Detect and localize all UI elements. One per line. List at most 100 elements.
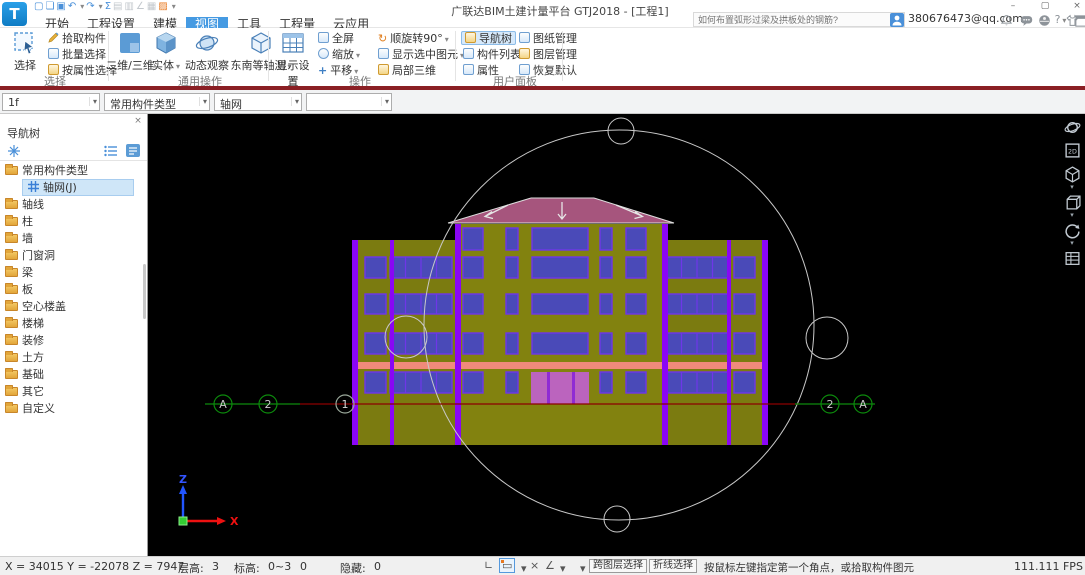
recent-doc-icon[interactable]: ▨ [158, 1, 169, 12]
rotate-caret-icon[interactable]: ▾ [1062, 240, 1082, 247]
panel-close-icon[interactable]: × [133, 116, 143, 126]
pick-component-button[interactable]: 拾取构件 [48, 32, 106, 46]
rect-select-mode-icon[interactable]: ▭ [499, 558, 515, 573]
panel-view-icon[interactable] [126, 144, 140, 157]
zoom-caret-icon[interactable]: ▾ [356, 51, 360, 60]
tree-item-wall[interactable]: 墙 [0, 230, 147, 247]
tree-item-custom[interactable]: 自定义 [0, 400, 147, 417]
orbit-icon [195, 31, 219, 55]
axis-gizmo: Z X [179, 473, 239, 528]
polyline-select-button[interactable]: 折线选择 [649, 559, 697, 573]
save-icon[interactable]: ▣ [56, 1, 67, 12]
tree-item-axis-lines[interactable]: 轴线 [0, 196, 147, 213]
element-type-selector[interactable]: 轴网▾ [214, 93, 302, 111]
message-icon[interactable] [1020, 15, 1033, 27]
open-file-icon[interactable]: ❏ [45, 1, 56, 12]
ortho-mode-icon[interactable]: ∟ [484, 559, 493, 572]
deselect-icon[interactable]: × [530, 559, 539, 572]
isometric-caret-icon[interactable]: ▾ [1062, 184, 1082, 191]
solid-view-button[interactable] [1062, 194, 1082, 212]
list-view-icon[interactable] [104, 145, 117, 157]
snap-point-caret-icon[interactable]: ▾ [580, 562, 586, 575]
redo-icon[interactable]: ↷ [86, 1, 96, 12]
category-selector[interactable]: 常用构件类型▾ [104, 93, 210, 111]
x-axis-label: X [230, 515, 239, 528]
tree-toolbar [0, 141, 147, 161]
expand-all-icon[interactable] [8, 145, 20, 157]
user-avatar-icon[interactable] [890, 13, 904, 27]
batch-select-button[interactable]: 批量选择 [48, 48, 106, 62]
display-settings-button[interactable]: 显示设置 [272, 30, 314, 89]
dynamic-observe-view-button[interactable] [1062, 119, 1082, 137]
chevron-down-icon[interactable]: ▾ [291, 97, 299, 106]
viewport-canvas[interactable]: A 2 1 2 A Z X [148, 114, 1085, 556]
local-3d-button[interactable]: 局部三维 [378, 64, 436, 78]
tree-item-axis-grid[interactable]: 轴网(J) [0, 179, 147, 196]
chevron-down-icon[interactable]: ▾ [199, 97, 207, 106]
view-2d-button[interactable]: 2D [1062, 142, 1082, 160]
chevron-down-icon[interactable]: ▾ [381, 97, 389, 106]
component-selector[interactable]: ▾ [306, 93, 392, 111]
expand-window-icon[interactable] [1075, 15, 1085, 27]
close-button[interactable]: × [1064, 0, 1085, 13]
tree-item-beam[interactable]: 梁 [0, 264, 147, 281]
view-2d3d-button[interactable]: 二维/三维 [106, 30, 154, 73]
layer-management-icon [519, 48, 530, 59]
select-button[interactable]: 选择 [6, 30, 44, 73]
display-settings-view-button[interactable] [1062, 250, 1082, 268]
qat-more-icon[interactable]: ▾ [172, 2, 178, 11]
isometric-view-button[interactable] [1062, 166, 1082, 184]
app-logo-icon: T [2, 2, 27, 26]
tree-item-door-window-opening[interactable]: 门窗洞 [0, 247, 147, 264]
solid-view-button[interactable]: 实体▾ [150, 30, 182, 73]
svg-text:2D: 2D [1068, 148, 1077, 156]
help-search-box[interactable] [693, 12, 905, 27]
tree-item-column[interactable]: 柱 [0, 213, 147, 230]
count-value: 0 [300, 560, 307, 573]
rotate-view-button[interactable] [1062, 222, 1082, 240]
tree-item-other[interactable]: 其它 [0, 383, 147, 400]
tree-item-stairs[interactable]: 楼梯 [0, 315, 147, 332]
floor-selector[interactable]: 1f▾ [2, 93, 100, 111]
angle-snap-caret-icon[interactable]: ▾ [560, 562, 566, 575]
tree-item-decoration[interactable]: 装修 [0, 332, 147, 349]
service-helmet-icon[interactable] [1038, 14, 1051, 27]
navigation-tree-button[interactable]: 导航树 [461, 31, 516, 45]
tree-item-common-component-types[interactable]: 常用构件类型 [0, 162, 147, 179]
sidebar-scrollbar[interactable] [143, 264, 146, 319]
undo-icon[interactable]: ↶ [68, 1, 78, 12]
show-selected-elements-button[interactable]: 显示选中图元▾ [378, 48, 464, 62]
new-file-icon[interactable]: ▢ [34, 1, 45, 12]
cross-layer-select-button[interactable]: 跨图层选择 [589, 559, 647, 573]
angle-snap-icon[interactable]: ∠ [545, 559, 555, 572]
group-divider [455, 31, 456, 81]
layer-management-button[interactable]: 图层管理 [519, 48, 577, 62]
model-viewport[interactable]: A 2 1 2 A Z X 2D [148, 114, 1085, 556]
tree-item-foundation[interactable]: 基础 [0, 366, 147, 383]
tree-item-hollow-floor[interactable]: 空心楼盖 [0, 298, 147, 315]
rotate-90-caret-icon[interactable]: ▾ [445, 35, 449, 44]
chevron-down-icon[interactable]: ▾ [89, 97, 97, 106]
fullscreen-button[interactable]: 全屏 [318, 32, 354, 46]
component-list-button[interactable]: 构件列表 [463, 48, 521, 62]
bell-icon[interactable] [1000, 14, 1013, 27]
select-mode-caret-icon[interactable]: ▾ [521, 562, 527, 575]
2d-view-icon: 2D [1064, 142, 1081, 159]
search-input[interactable] [698, 13, 888, 26]
tree-item-earthwork[interactable]: 土方 [0, 349, 147, 366]
restore-button[interactable]: ▢ [1032, 0, 1058, 13]
solid-caret-icon[interactable]: ▾ [1062, 212, 1082, 219]
disabled-tool-icon-1: ▤ [113, 1, 124, 12]
disabled-tool-icon-4: ▦ [147, 1, 158, 12]
tree-item-slab[interactable]: 板 [0, 281, 147, 298]
axis-grid-icon [28, 181, 39, 192]
calculate-sum-icon[interactable]: Σ [105, 1, 113, 12]
navigation-tree-icon [465, 32, 476, 43]
drawing-management-button[interactable]: 图纸管理 [519, 32, 577, 46]
rotate-90-button[interactable]: ↻顺旋转90°▾ [378, 32, 449, 46]
solid-caret-icon[interactable]: ▾ [176, 62, 180, 71]
zoom-button[interactable]: 缩放▾ [318, 48, 360, 62]
elevation-value: 0~3 [268, 560, 291, 573]
component-list-icon [463, 48, 474, 59]
dynamic-observe-button[interactable]: 动态观察 [182, 30, 232, 73]
